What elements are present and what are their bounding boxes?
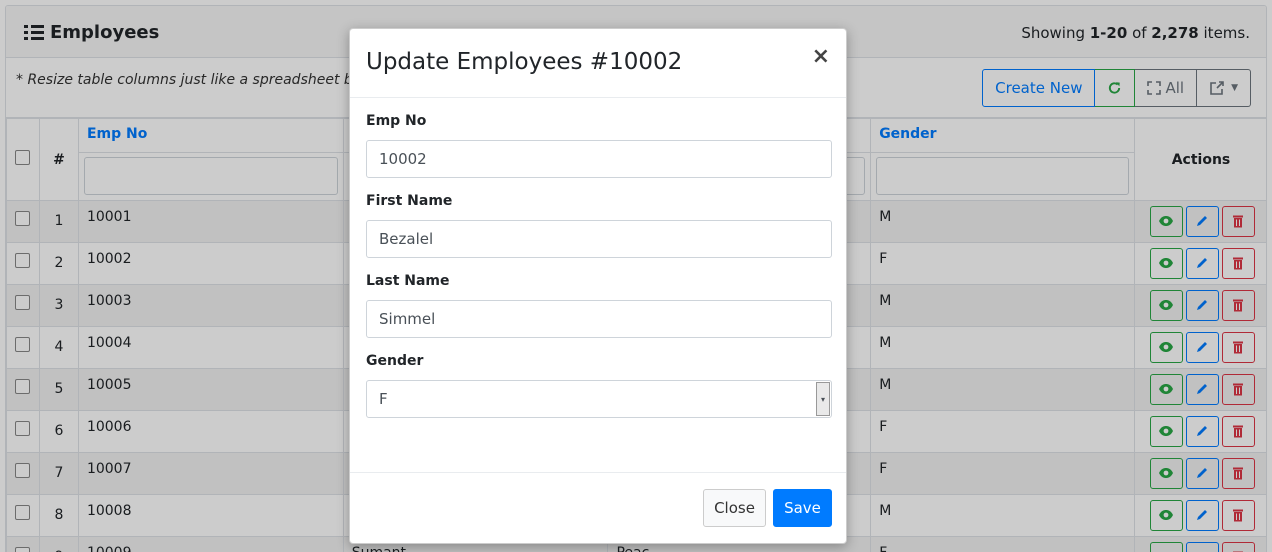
emp-no-group: Emp No 10002 bbox=[366, 113, 832, 178]
first-name-label: First Name bbox=[366, 193, 453, 209]
emp-no-field[interactable]: 10002 bbox=[366, 140, 832, 178]
last-name-label: Last Name bbox=[366, 273, 450, 289]
emp-no-label: Emp No bbox=[366, 113, 427, 129]
first-name-field[interactable]: Bezalel bbox=[366, 220, 832, 258]
gender-label: Gender bbox=[366, 353, 424, 369]
gender-select[interactable]: F ▾ bbox=[366, 380, 832, 418]
last-name-field[interactable]: Simmel bbox=[366, 300, 832, 338]
update-employee-modal: Update Employees #10002 × Emp No 10002 F… bbox=[349, 28, 847, 544]
modal-header: Update Employees #10002 × bbox=[350, 29, 846, 98]
gender-selected-value: F bbox=[379, 390, 388, 408]
close-button[interactable]: Close bbox=[703, 489, 766, 527]
gender-group: Gender F ▾ bbox=[366, 353, 832, 418]
modal-title: Update Employees #10002 bbox=[366, 49, 683, 75]
modal-footer: Close Save bbox=[350, 472, 846, 543]
first-name-group: First Name Bezalel bbox=[366, 193, 832, 258]
modal-body: Emp No 10002 First Name Bezalel Last Nam… bbox=[350, 98, 846, 474]
last-name-group: Last Name Simmel bbox=[366, 273, 832, 338]
close-icon[interactable]: × bbox=[812, 45, 830, 69]
select-arrow-icon[interactable]: ▾ bbox=[816, 382, 830, 416]
save-button[interactable]: Save bbox=[773, 489, 832, 527]
